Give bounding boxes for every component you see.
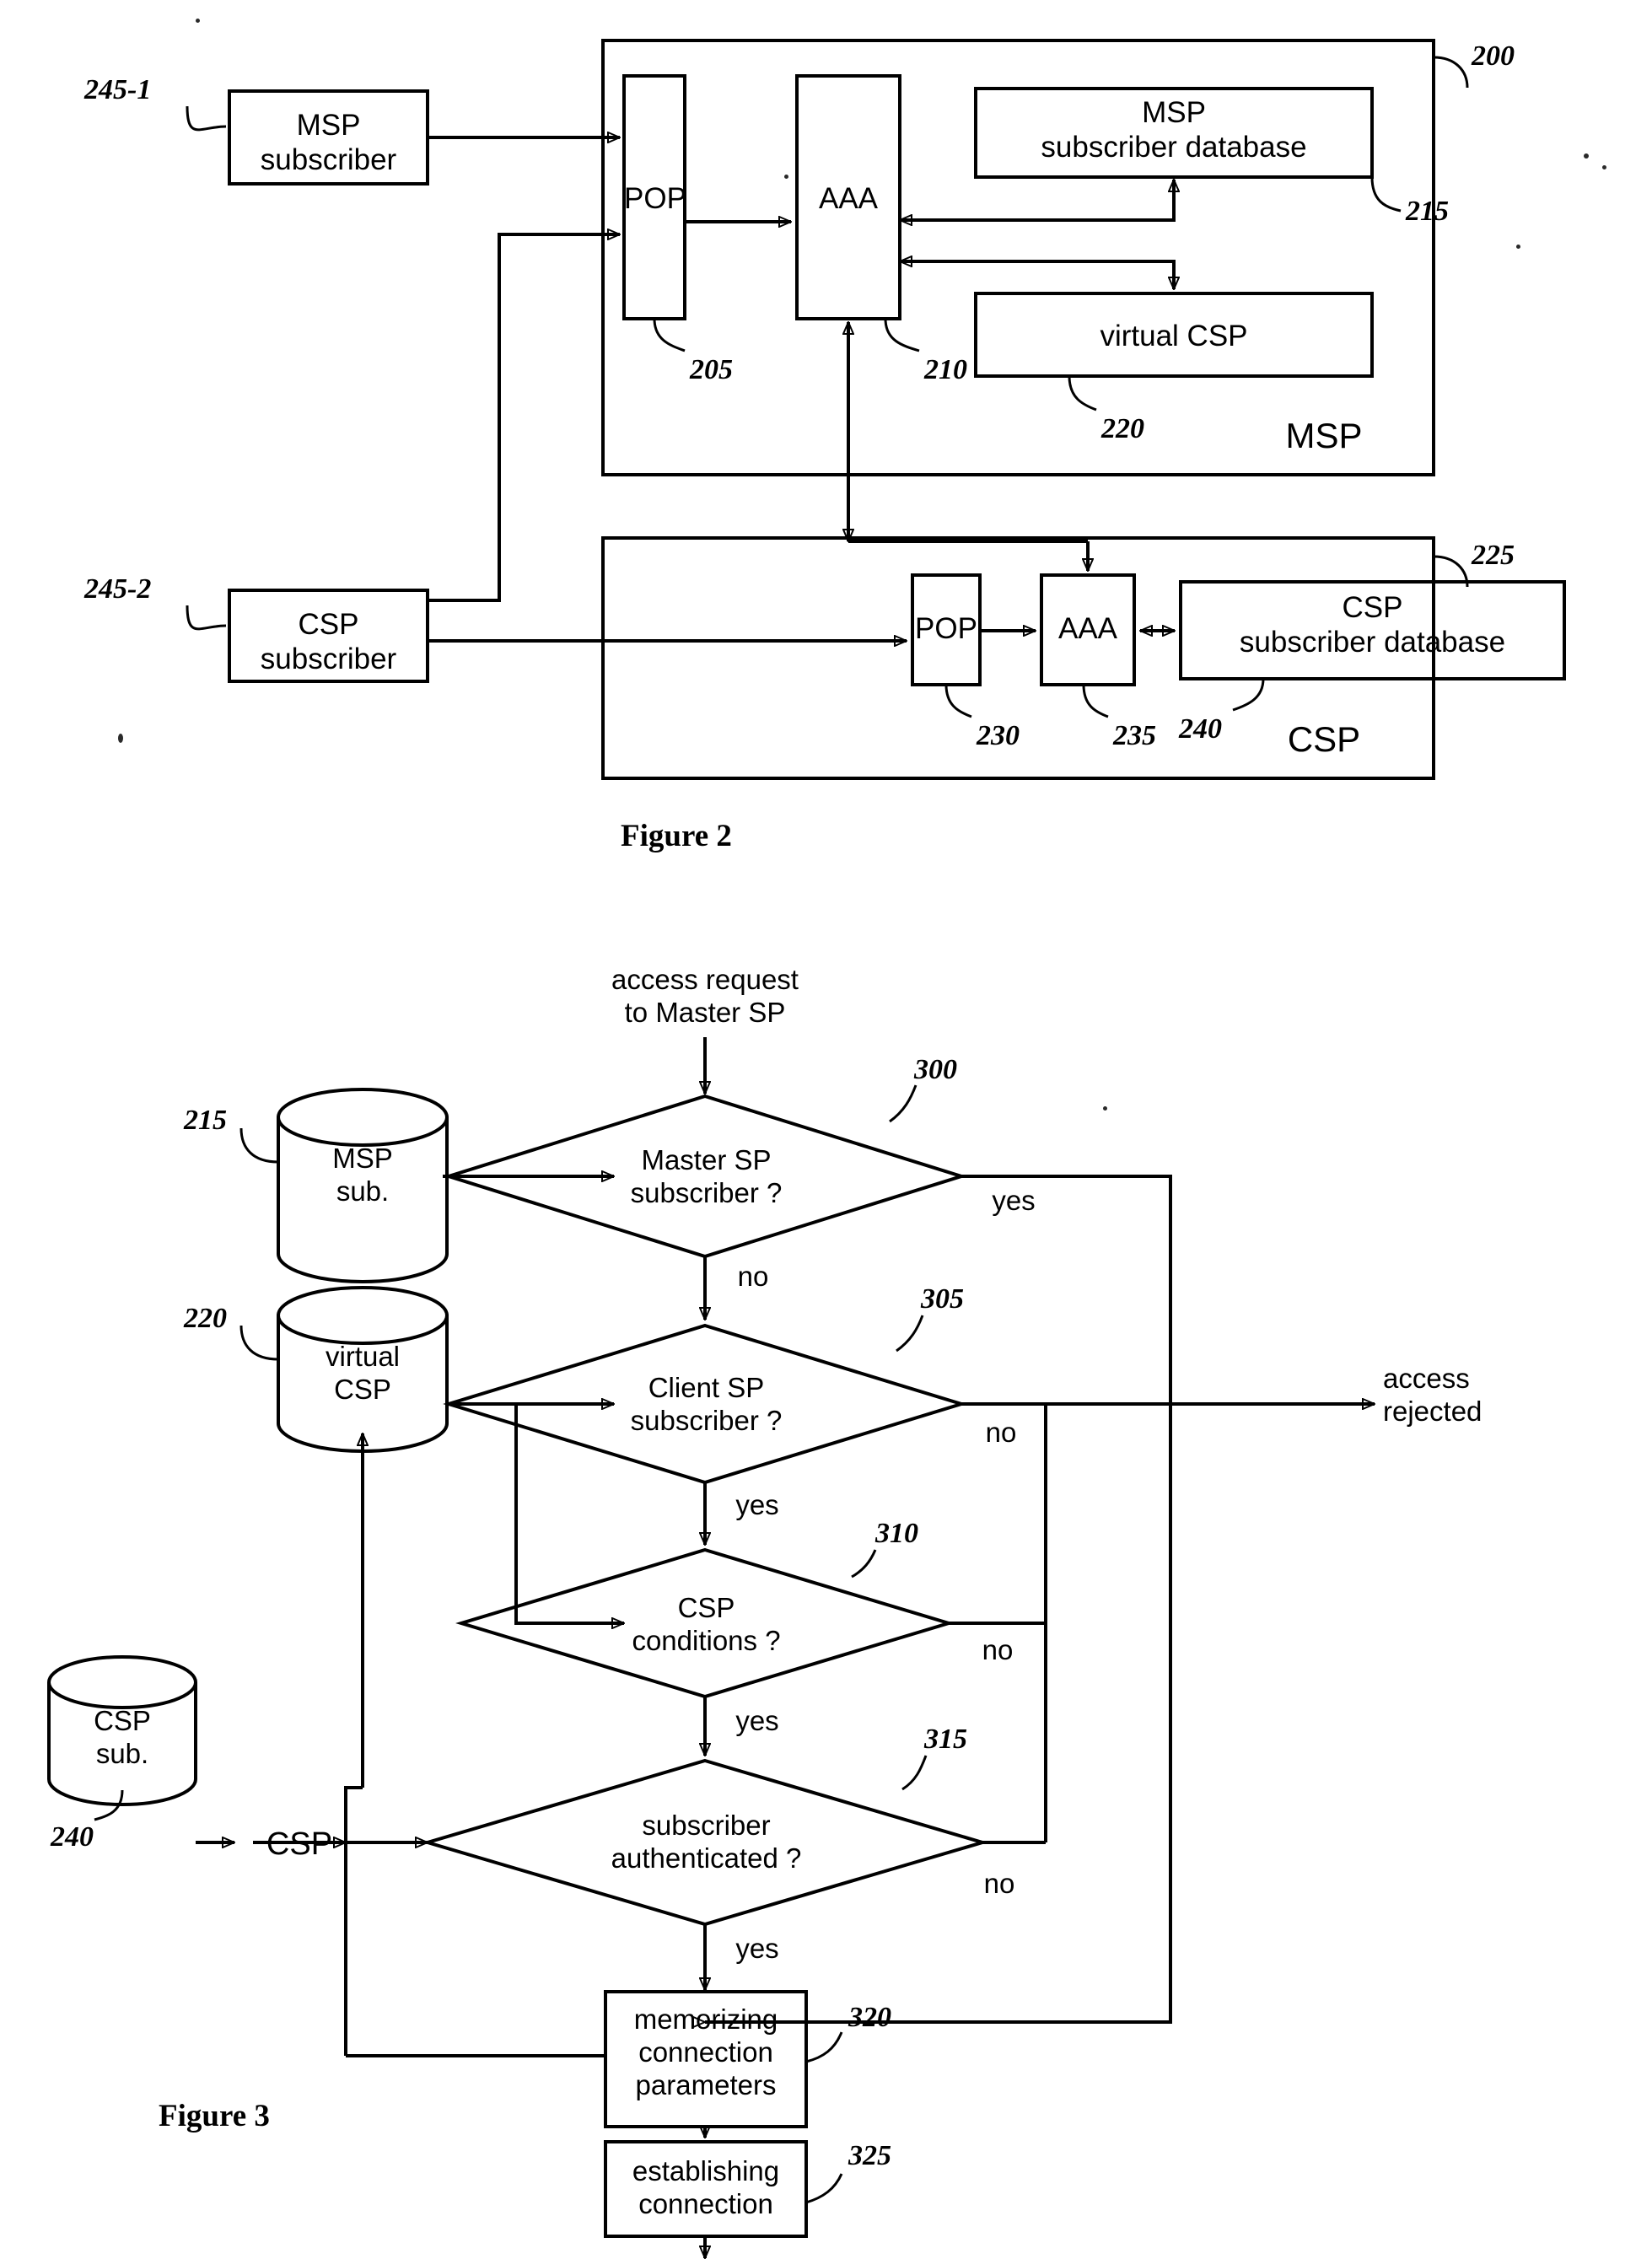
memorizing-connection-parameters-label: memorizing connection parameters <box>633 2004 778 2100</box>
csp-sub-store-label: CSP sub. <box>94 1705 151 1769</box>
ref-240-fig3: 240 <box>51 1821 94 1853</box>
decision-305-no-label: no <box>985 1417 1017 1448</box>
ref-220-fig3: 220 <box>184 1303 227 1334</box>
ref-300: 300 <box>914 1054 957 1085</box>
scan-speck <box>1103 1106 1107 1111</box>
csp-aaa-label: AAA <box>1057 612 1118 645</box>
scan-speck <box>1602 165 1606 169</box>
msp-sub-store-label: MSP sub. <box>332 1143 393 1207</box>
figure-2-caption: Figure 2 <box>621 819 732 853</box>
ref-320: 320 <box>848 2002 891 2033</box>
patent-drawing-sheet: MSP subscriber 245-1 CSP subscriber 245-… <box>0 0 1652 2259</box>
ref-215-fig3: 215 <box>184 1105 227 1136</box>
ref-310: 310 <box>875 1518 918 1549</box>
ref-205: 205 <box>690 354 733 385</box>
virtual-csp-label: virtual CSP <box>1100 320 1248 352</box>
ref-315: 315 <box>924 1724 967 1755</box>
access-request-label: access request to Master SP <box>611 964 799 1028</box>
decision-310-no-label: no <box>982 1634 1014 1665</box>
decision-310-label: CSP conditions ? <box>632 1592 781 1656</box>
csp-pop-label: POP <box>915 612 977 645</box>
msp-aaa-label: AAA <box>818 182 879 215</box>
scan-speck <box>784 175 788 179</box>
ref-245-1: 245-1 <box>84 74 152 105</box>
decision-300-label: Master SP subscriber ? <box>630 1144 783 1208</box>
ref-225: 225 <box>1472 540 1515 571</box>
figure-3-caption: Figure 3 <box>159 2099 270 2133</box>
ref-305: 305 <box>921 1283 964 1315</box>
decision-300-yes-label: yes <box>992 1185 1036 1216</box>
decision-315-yes-label: yes <box>735 1933 779 1964</box>
msp-pop-label: POP <box>624 182 686 215</box>
decision-305-label: Client SP subscriber ? <box>630 1372 783 1436</box>
csp-output-label: CSP <box>266 1826 333 1862</box>
ref-200: 200 <box>1472 40 1515 72</box>
ref-220: 220 <box>1101 413 1144 444</box>
access-rejected-label: access rejected <box>1383 1363 1482 1427</box>
ref-235: 235 <box>1113 720 1156 751</box>
decision-315-no-label: no <box>983 1868 1015 1899</box>
decision-315-label: subscriber authenticated ? <box>611 1810 802 1874</box>
decision-305-yes-label: yes <box>735 1489 779 1520</box>
decision-300-no-label: no <box>737 1261 769 1292</box>
establishing-connection-label: establishing connection <box>632 2155 780 2219</box>
scan-speck <box>1516 245 1520 249</box>
msp-subscriber-database-label: MSP subscriber database <box>1041 96 1307 164</box>
decision-310-yes-label: yes <box>735 1705 779 1736</box>
virtual-csp-store-label: virtual CSP <box>325 1341 401 1405</box>
ref-240: 240 <box>1179 713 1222 745</box>
ref-215: 215 <box>1406 196 1449 227</box>
msp-container-label: MSP <box>1285 416 1363 455</box>
ref-245-2: 245-2 <box>84 573 152 605</box>
ref-325: 325 <box>848 2140 891 2171</box>
scan-speck <box>118 734 123 743</box>
ref-230: 230 <box>977 720 1020 751</box>
csp-subscriber-database-label: CSP subscriber database <box>1239 591 1506 659</box>
scan-speck <box>1584 153 1589 159</box>
ref-210: 210 <box>924 354 967 385</box>
diagram-canvas <box>47 39 1566 2259</box>
scan-speck <box>196 19 200 23</box>
msp-subscriber-box-label: MSP subscriber <box>260 109 397 177</box>
csp-container-label: CSP <box>1287 719 1361 759</box>
csp-subscriber-box-label: CSP subscriber <box>260 608 397 676</box>
